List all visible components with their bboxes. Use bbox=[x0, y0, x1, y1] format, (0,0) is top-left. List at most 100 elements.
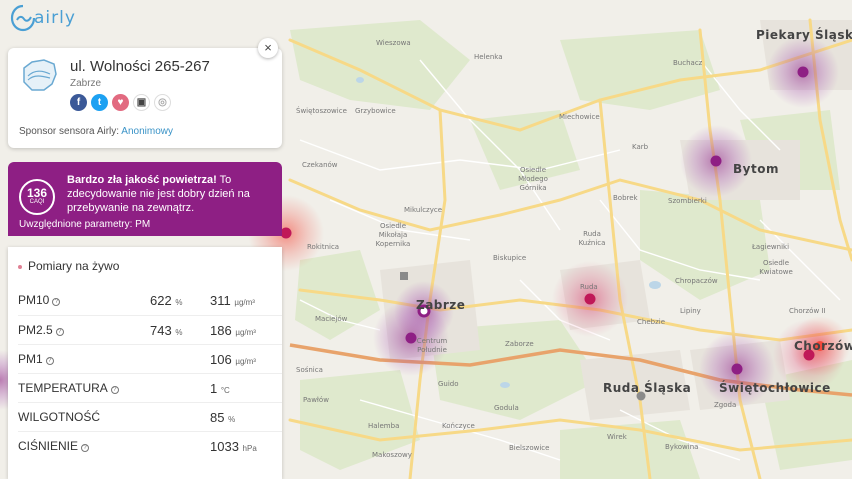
measurement-row-pm1: PM1? 106 µg/m³ bbox=[18, 344, 282, 373]
sponsor-link[interactable]: Anonimowy bbox=[121, 126, 173, 137]
sensor-piekary bbox=[797, 66, 809, 78]
airly-logo[interactable]: airly bbox=[10, 4, 76, 32]
quality-message: Bardzo zła jakość powietrza! To zdecydow… bbox=[67, 173, 273, 215]
map-label: Buchacz bbox=[673, 59, 703, 67]
measurement-value: 311 µg/m³ bbox=[210, 293, 255, 308]
map-label: Osiedle Kwiatowe bbox=[759, 259, 793, 276]
sensor-bytom bbox=[710, 155, 722, 167]
measurement-row-temperature: TEMPERATURA? 1 °C bbox=[18, 373, 282, 402]
help-icon[interactable]: ? bbox=[81, 444, 90, 452]
map-label: Bielszowice bbox=[509, 444, 550, 452]
map-label: Halemba bbox=[368, 422, 400, 430]
map-label: Łagiewniki bbox=[752, 243, 790, 251]
quality-headline: Bardzo zła jakość powietrza! bbox=[67, 174, 217, 186]
city-label-piekary: Piekary Śląskie bbox=[756, 28, 852, 42]
map-label: Miechowice bbox=[559, 113, 600, 121]
airly-logo-icon bbox=[10, 4, 36, 32]
measurement-value: 1 °C bbox=[210, 381, 230, 396]
map-label: Karb bbox=[632, 143, 649, 151]
measurements-panel: Pomiary na żywo PM10? 622 % 311 µg/m³ PM… bbox=[8, 247, 282, 479]
live-dot-icon bbox=[18, 264, 22, 269]
location-title: ul. Wolności 265-267 bbox=[70, 58, 210, 75]
sponsor-line: Sponsor sensora Airly: Anonimowy bbox=[19, 126, 173, 137]
map-label: Makoszowy bbox=[372, 451, 412, 459]
air-quality-banner: 136 CAQI Bardzo zła jakość powietrza! To… bbox=[8, 162, 282, 236]
heart-icon[interactable]: ♥ bbox=[112, 94, 129, 111]
airly-logo-text: airly bbox=[34, 8, 76, 28]
sensor-offline-zabrze bbox=[400, 272, 408, 280]
locate-icon[interactable]: ◎ bbox=[154, 94, 171, 111]
help-icon[interactable]: ? bbox=[55, 328, 64, 336]
map-label: Świętoszowice bbox=[296, 107, 347, 115]
measurement-name: CIŚNIENIE? bbox=[18, 439, 90, 453]
map-label: Zgoda bbox=[714, 401, 737, 409]
measurement-row-humidity: WILGOTNOŚĆ 85 % bbox=[18, 402, 282, 431]
measurement-name: TEMPERATURA? bbox=[18, 381, 119, 395]
sensor-ruda bbox=[584, 293, 596, 305]
measurement-name: PM1? bbox=[18, 352, 54, 366]
measurement-name: PM10? bbox=[18, 293, 61, 307]
map-label: Guido bbox=[438, 380, 459, 388]
city-label-ruda-slaska: Ruda Śląska bbox=[603, 381, 692, 395]
city-label-bytom: Bytom bbox=[733, 162, 779, 176]
measurements-title-text: Pomiary na żywo bbox=[28, 259, 120, 273]
measurement-row-pm10: PM10? 622 % 311 µg/m³ bbox=[18, 286, 282, 315]
city-label-swietochlowice: Świętochłowice bbox=[719, 381, 831, 395]
city-label-zabrze: Zabrze bbox=[416, 298, 466, 312]
measurement-percent: 622 % bbox=[150, 293, 183, 308]
measurement-value: 85 % bbox=[210, 410, 236, 425]
map-label: Osiedle Mikołaja Kopernika bbox=[375, 222, 411, 248]
help-icon[interactable]: ? bbox=[110, 386, 119, 394]
share-buttons: f t ♥ ▣ ◎ bbox=[70, 94, 171, 111]
map-label: Osiedle Młodego Górnika bbox=[518, 166, 548, 192]
map-label: Wieszowa bbox=[376, 39, 411, 47]
city-label-chorzow: Chorzów bbox=[794, 339, 852, 353]
sensor-swietochlowice bbox=[731, 363, 743, 375]
sponsor-label: Sponsor sensora Airly: bbox=[19, 126, 122, 137]
measurements-title: Pomiary na żywo bbox=[18, 259, 119, 273]
embed-icon[interactable]: ▣ bbox=[133, 94, 150, 111]
caqi-value: 136 bbox=[26, 186, 48, 200]
map-label: Czekanów bbox=[302, 161, 338, 169]
map-label: Godula bbox=[494, 404, 519, 412]
map-label: Centrum Południe bbox=[416, 337, 448, 354]
close-button[interactable]: × bbox=[258, 38, 278, 58]
measurement-value: 106 µg/m³ bbox=[210, 352, 256, 367]
poland-map-icon bbox=[23, 59, 57, 91]
map-label: Sośnica bbox=[296, 366, 323, 374]
map-label: Mikulczyce bbox=[404, 206, 443, 214]
location-card: × ul. Wolności 265-267 Zabrze f t ♥ ▣ ◎ … bbox=[8, 38, 282, 148]
sensor-west-edge bbox=[280, 227, 292, 239]
map-label: Biskupice bbox=[493, 254, 527, 262]
map-label: Bykowina bbox=[665, 443, 699, 451]
map-label: Bobrek bbox=[613, 194, 638, 202]
measurement-name: PM2.5? bbox=[18, 323, 64, 337]
map-label: Lipiny bbox=[680, 307, 701, 315]
measurement-value: 186 µg/m³ bbox=[210, 323, 256, 338]
measurement-row-pm25: PM2.5? 743 % 186 µg/m³ bbox=[18, 315, 282, 344]
measurement-value: 1033 hPa bbox=[210, 439, 257, 454]
map-label: Chorzów II bbox=[789, 307, 826, 315]
map-label: Zaborze bbox=[505, 340, 534, 348]
help-icon[interactable]: ? bbox=[45, 357, 54, 365]
map-label: Rokitnica bbox=[307, 243, 340, 251]
map-label: Helenka bbox=[474, 53, 503, 61]
location-city: Zabrze bbox=[70, 78, 102, 89]
measurement-row-pressure: CIŚNIENIE? 1033 hPa bbox=[18, 431, 282, 460]
map-label: Kończyce bbox=[442, 422, 475, 430]
measurement-name: WILGOTNOŚĆ bbox=[18, 410, 101, 424]
twitter-icon[interactable]: t bbox=[91, 94, 108, 111]
help-icon[interactable]: ? bbox=[52, 298, 61, 306]
map-label: Wirek bbox=[607, 433, 627, 441]
map-label: Ruda Kuźnica bbox=[578, 230, 606, 247]
map-label: Ruda bbox=[580, 283, 598, 291]
map-label: Grzybowice bbox=[355, 107, 396, 115]
map-label: Chebzie bbox=[637, 318, 665, 326]
map-label: Chropaczów bbox=[675, 277, 718, 285]
map-label: Pawłów bbox=[303, 396, 329, 404]
measurement-percent: 743 % bbox=[150, 323, 183, 338]
map-label: Maciejów bbox=[315, 315, 348, 323]
caqi-badge: 136 CAQI bbox=[19, 179, 55, 215]
facebook-icon[interactable]: f bbox=[70, 94, 87, 111]
caqi-unit: CAQI bbox=[29, 199, 45, 205]
